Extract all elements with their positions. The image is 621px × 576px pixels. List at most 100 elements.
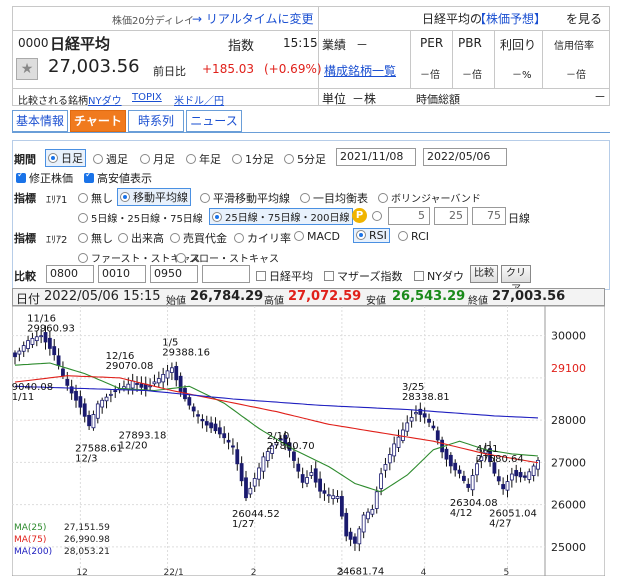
legend-value: 26,990.98 — [64, 535, 110, 545]
compare-check-nikkei[interactable]: 日経平均 — [256, 268, 313, 284]
area2-rsi-label: RSI — [369, 229, 387, 242]
adjusted-price-check[interactable]: 修正株価 — [16, 170, 73, 186]
yield-value: －% — [512, 70, 532, 81]
legend-value: 28,053.21 — [64, 547, 110, 557]
compare-input-1[interactable]: 0800 — [46, 265, 94, 283]
ma-preset-1[interactable]: 5日線・25日線・75日線 — [78, 210, 203, 225]
area1-smooth-ma[interactable]: 平滑移動平均線 — [200, 190, 290, 206]
period-5min[interactable]: 5分足 — [284, 151, 326, 167]
price-chart[interactable]: 250002600027000280003000012 22/1 2 3 4 529100… — [12, 306, 605, 576]
realtime-link[interactable]: → リアルタイムに変更 — [192, 10, 314, 27]
candle-body — [78, 396, 83, 408]
x-tick-label: 12 — [76, 568, 87, 576]
per-value: －倍 — [420, 70, 440, 81]
area1-none-label: 無し — [91, 192, 113, 205]
ma-input-3[interactable]: 75 — [472, 207, 506, 225]
radio-icon — [398, 231, 408, 241]
area2-deviation[interactable]: カイリ率 — [234, 230, 291, 246]
industry-value: － — [356, 38, 369, 52]
index-label: 指数 — [228, 39, 255, 54]
compare-check-nydow-label: NYダウ — [427, 270, 464, 283]
candle-body — [174, 365, 179, 381]
ohlc-low: 26,543.29 — [392, 289, 466, 304]
clear-button[interactable]: クリア — [501, 265, 531, 295]
candle-body — [448, 454, 453, 467]
area2-macd[interactable]: MACD — [294, 230, 340, 243]
period-monthly-label: 月足 — [153, 153, 175, 166]
area1-none[interactable]: 無し — [78, 190, 113, 206]
ma-input-1[interactable]: 5 — [388, 207, 430, 225]
ma-custom-radio[interactable] — [372, 210, 385, 223]
compare-input-4[interactable] — [202, 265, 250, 283]
candle-body — [357, 528, 362, 545]
area2-volume[interactable]: 出来高 — [118, 230, 164, 246]
checkbox-icon — [256, 271, 266, 281]
area1-ma[interactable]: 移動平均線 — [117, 188, 191, 206]
compare-check-nydow[interactable]: NYダウ — [414, 268, 464, 284]
candle-body — [52, 346, 57, 356]
highlow-check[interactable]: 高安値表示 — [84, 170, 152, 186]
radio-icon — [356, 230, 366, 240]
candle-body — [414, 412, 418, 415]
compare-button[interactable]: 比較 — [470, 265, 498, 283]
area2-slow-stoch[interactable]: スロー・ストキャス — [176, 250, 279, 265]
radio-icon — [232, 154, 242, 164]
compare-link-topix[interactable]: TOPIX — [132, 92, 162, 103]
constituents-link[interactable]: 構成銘柄一覧 — [324, 62, 396, 79]
period-yearly[interactable]: 年足 — [186, 151, 221, 167]
compare-check-mothers[interactable]: マザーズ指数 — [324, 268, 402, 284]
annotation-label: 4/27 — [489, 518, 511, 529]
p-badge-icon[interactable]: P — [352, 208, 367, 223]
period-weekly-label: 週足 — [106, 153, 128, 166]
period-weekly[interactable]: 週足 — [93, 151, 128, 167]
candle-body — [400, 429, 405, 441]
candle-body — [191, 406, 196, 412]
area2-rsi[interactable]: RSI — [353, 228, 390, 243]
margin-ratio-value: －倍 — [566, 70, 586, 81]
radio-icon — [48, 153, 58, 163]
candle-body — [156, 378, 161, 384]
legend-label: MA(200) — [14, 547, 52, 557]
ma-preset-2[interactable]: 25日線・75日線・200日線 — [209, 208, 353, 225]
period-daily-label: 日足 — [61, 152, 83, 165]
industry-label: 業績 — [322, 38, 347, 52]
tab-chart[interactable]: チャート — [70, 110, 126, 132]
candle-body — [427, 418, 431, 423]
area1-ichimoku[interactable]: 一目均衡表 — [300, 190, 368, 206]
candle-body — [47, 337, 52, 349]
forecast-link[interactable]: 【株価予想】 — [474, 10, 546, 27]
compare-link-usdjpy[interactable]: 米ドル／円 — [174, 92, 224, 107]
area2-label: ｴﾘｱ2 — [46, 235, 68, 246]
compare-input-3[interactable]: 0950 — [150, 265, 198, 283]
tab-basic-info[interactable]: 基本情報 — [12, 110, 68, 132]
candle-body — [187, 397, 192, 406]
area2-turnover[interactable]: 売買代金 — [170, 230, 227, 246]
candle-body — [213, 423, 218, 432]
period-daily[interactable]: 日足 — [45, 149, 86, 167]
candle-body — [91, 414, 96, 429]
favorite-star-icon[interactable]: ★ — [16, 58, 38, 80]
candle-body — [196, 414, 200, 417]
radio-icon — [372, 211, 382, 221]
current-price-label: 29100 — [551, 362, 586, 375]
annotation-label: 29388.16 — [162, 347, 210, 358]
date-from-input[interactable]: 2021/11/08 — [336, 148, 416, 166]
tab-news[interactable]: ニュース — [186, 110, 242, 132]
ma-input-2[interactable]: 25 — [434, 207, 468, 225]
candle-body — [74, 390, 78, 401]
period-monthly[interactable]: 月足 — [140, 151, 175, 167]
delay-note: 株価20分ディレイ — [112, 16, 195, 27]
tab-timeseries[interactable]: 時系列 — [128, 110, 184, 132]
compare-link-nydow[interactable]: NYダウ — [88, 92, 122, 107]
candle-body — [143, 383, 148, 391]
checkbox-icon — [414, 271, 424, 281]
compare-input-2[interactable]: 0010 — [98, 265, 146, 283]
radio-icon — [170, 233, 180, 243]
candle-body — [113, 390, 118, 393]
date-to-input[interactable]: 2022/05/06 — [423, 148, 507, 166]
area1-bollinger[interactable]: ボリンジャーバンド — [378, 190, 481, 205]
area2-none[interactable]: 無し — [78, 230, 113, 246]
period-1min[interactable]: 1分足 — [232, 151, 274, 167]
indicator-label-2: 指標 — [14, 232, 36, 245]
area2-rci[interactable]: RCI — [398, 230, 429, 243]
